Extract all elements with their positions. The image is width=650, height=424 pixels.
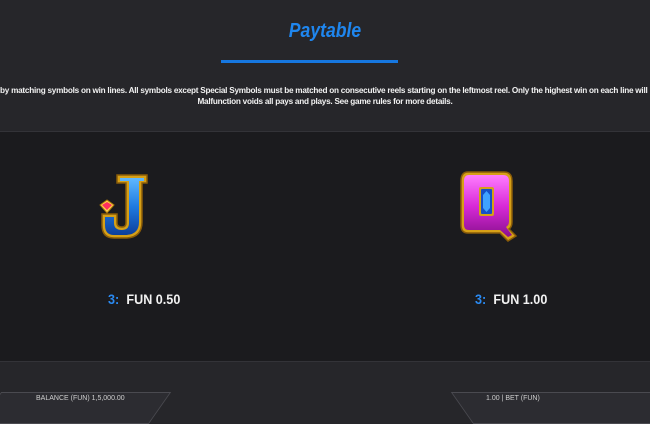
paytable-panel: [0, 131, 650, 362]
bottom-bar: BALANCE (FUN) 1,5,000.00 1.00 | BET (FUN…: [0, 380, 650, 424]
letter-q-symbol-icon: [460, 171, 518, 242]
paytable-title: Paytable: [288, 20, 362, 42]
bet-label: 1.00 | BET (FUN): [486, 395, 540, 402]
letter-j-symbol-icon: [99, 174, 148, 239]
pay-count-q: 3:: [475, 291, 487, 307]
pay-row-j: 3: FUN 0.50: [108, 291, 180, 307]
title-underline: [221, 60, 398, 63]
pay-count-j: 3:: [108, 291, 120, 307]
rules-line-1: by matching symbols on win lines. All sy…: [0, 86, 650, 95]
rules-line-2: Malfunction voids all pays and plays. Se…: [197, 96, 453, 106]
pay-value-q: FUN 1.00: [493, 291, 548, 307]
pay-value-j: FUN 0.50: [126, 291, 181, 307]
rules-text: by matching symbols on win lines. All sy…: [0, 86, 650, 107]
balance-label: BALANCE (FUN) 1,5,000.00: [36, 395, 125, 402]
pay-row-q: 3: FUN 1.00: [475, 291, 547, 307]
bet-panel[interactable]: [450, 392, 650, 424]
